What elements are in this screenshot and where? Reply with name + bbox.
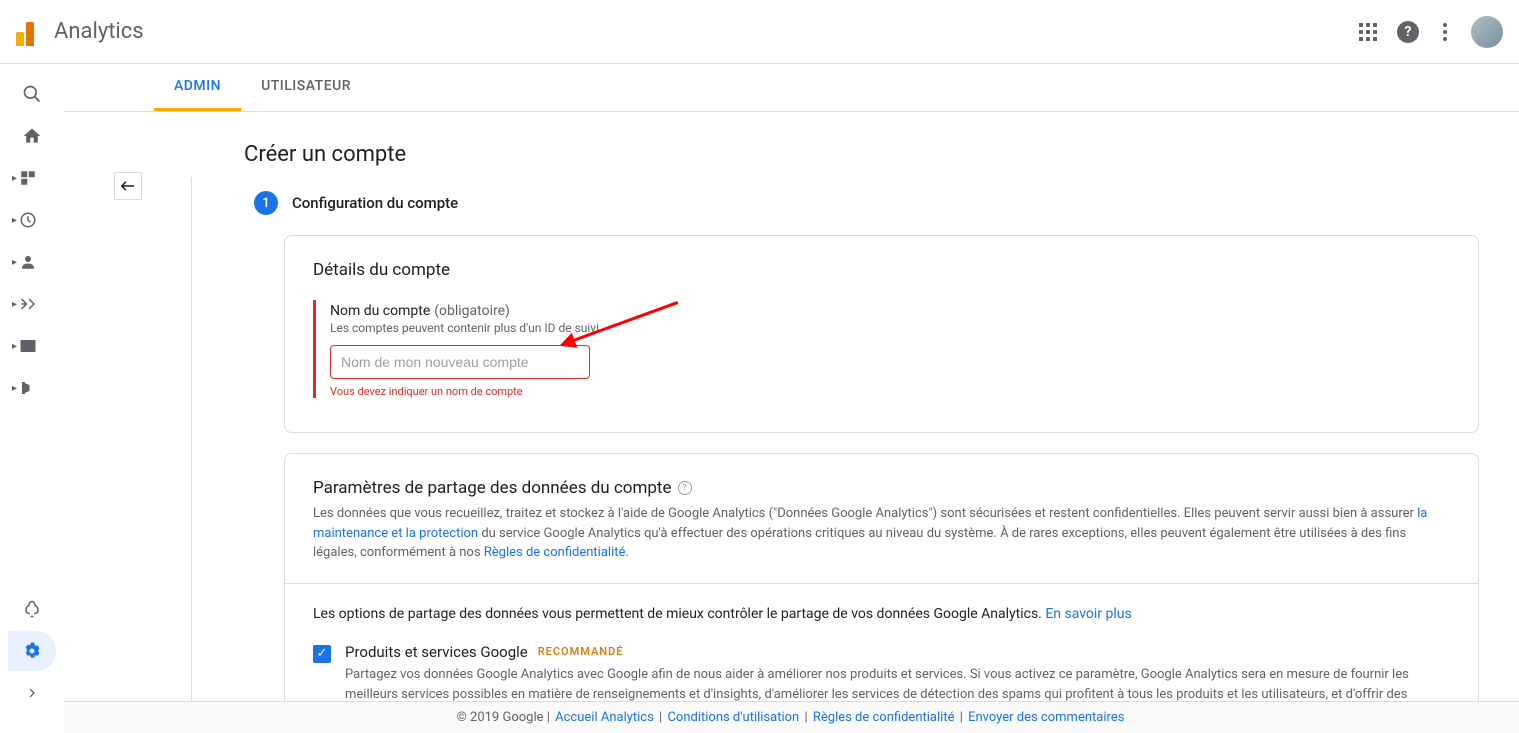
- user-avatar[interactable]: [1471, 16, 1503, 48]
- stepper-line: [191, 177, 192, 733]
- discover-icon[interactable]: [8, 589, 56, 629]
- realtime-icon[interactable]: ▸: [4, 200, 60, 240]
- card-title: Détails du compte: [313, 260, 1450, 280]
- privacy-link[interactable]: Règles de confidentialité: [484, 545, 626, 560]
- recommended-badge: RECOMMANDÉ: [538, 645, 624, 658]
- sharing-options-intro: Les options de partage des données vous …: [313, 604, 1450, 625]
- checkbox-title: Produits et services Google: [345, 643, 528, 661]
- more-vert-icon[interactable]: [1439, 19, 1451, 45]
- footer-feedback-link[interactable]: Envoyer des commentaires: [968, 710, 1124, 725]
- account-name-sublabel: Les comptes peuvent contenir plus d'un I…: [330, 321, 1450, 335]
- tab-admin[interactable]: ADMIN: [154, 64, 241, 111]
- footer-home-link[interactable]: Accueil Analytics: [555, 710, 654, 725]
- page-footer: © 2019 Google | Accueil Analytics | Cond…: [64, 701, 1519, 733]
- apps-grid-icon[interactable]: [1359, 23, 1377, 41]
- footer-privacy-link[interactable]: Règles de confidentialité: [813, 710, 955, 725]
- footer-terms-link[interactable]: Conditions d'utilisation: [667, 710, 799, 725]
- tab-user[interactable]: UTILISATEUR: [241, 64, 371, 111]
- step-label: Configuration du compte: [292, 194, 458, 212]
- account-name-error: Vous devez indiquer un nom de compte: [330, 385, 1450, 398]
- learn-more-link[interactable]: En savoir plus: [1045, 606, 1131, 622]
- back-button[interactable]: [114, 172, 142, 200]
- step-1-header: 1 Configuration du compte: [254, 191, 1479, 215]
- account-name-label: Nom du compte: [330, 303, 430, 319]
- behavior-icon[interactable]: ▸: [4, 326, 60, 366]
- sharing-description: Les données que vous recueillez, traitez…: [313, 504, 1450, 563]
- google-products-checkbox[interactable]: ✓: [313, 645, 331, 663]
- page-title: Créer un compte: [244, 142, 1479, 167]
- data-sharing-card: Paramètres de partage des données du com…: [284, 453, 1479, 733]
- audience-icon[interactable]: ▸: [4, 242, 60, 282]
- product-name: Analytics: [54, 19, 144, 44]
- analytics-logo-icon: [16, 18, 44, 46]
- home-icon[interactable]: [8, 116, 56, 156]
- help-circle-icon[interactable]: ?: [678, 481, 692, 495]
- left-sidebar: ▸ ▸ ▸ ▸ ▸ ▸: [0, 64, 64, 733]
- app-header: Analytics ?: [0, 0, 1519, 64]
- logo[interactable]: Analytics: [16, 18, 144, 46]
- sharing-title: Paramètres de partage des données du com…: [313, 478, 672, 498]
- required-hint: (obligatoire): [434, 303, 510, 319]
- admin-gear-icon[interactable]: [8, 631, 56, 671]
- search-icon[interactable]: [8, 74, 56, 114]
- acquisition-icon[interactable]: ▸: [4, 284, 60, 324]
- step-number: 1: [254, 191, 278, 215]
- collapse-icon[interactable]: [8, 673, 56, 713]
- admin-tabs: ADMIN UTILISATEUR: [64, 64, 1519, 112]
- customization-icon[interactable]: ▸: [4, 158, 60, 198]
- help-icon[interactable]: ?: [1397, 21, 1419, 43]
- account-details-card: Détails du compte Nom du compte (obligat…: [284, 235, 1479, 433]
- account-name-input[interactable]: [330, 345, 590, 379]
- conversions-icon[interactable]: ▸: [4, 368, 60, 408]
